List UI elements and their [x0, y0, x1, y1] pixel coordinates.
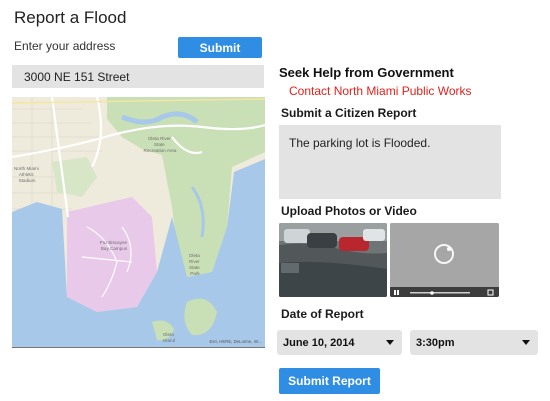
map-attribution: Esri, HERE, DeLorme, Int...: [209, 339, 262, 344]
map-view[interactable]: North Miami Athletic Stadium Oleta River…: [12, 97, 265, 348]
chevron-down-icon: [522, 340, 530, 345]
citizen-report-heading: Submit a Citizen Report: [281, 106, 417, 120]
date-heading: Date of Report: [281, 307, 364, 321]
map-canvas[interactable]: North Miami Athletic Stadium Oleta River…: [12, 97, 265, 348]
time-value: 3:30pm: [416, 336, 455, 349]
date-select[interactable]: June 10, 2014: [277, 330, 402, 355]
address-submit-button[interactable]: Submit: [178, 37, 262, 58]
address-label: Enter your address: [14, 39, 116, 53]
date-value: June 10, 2014: [283, 336, 355, 349]
flood-photo[interactable]: [279, 223, 387, 297]
upload-heading: Upload Photos or Video: [281, 204, 417, 218]
report-textarea[interactable]: The parking lot is Flooded.: [279, 125, 501, 199]
page-title: Report a Flood: [14, 8, 127, 27]
video-player[interactable]: [390, 223, 499, 297]
seek-help-heading: Seek Help from Government: [279, 65, 454, 80]
chevron-down-icon: [386, 340, 394, 345]
contact-public-works-link[interactable]: Contact North Miami Public Works: [289, 84, 472, 98]
address-input[interactable]: [12, 65, 264, 88]
time-select[interactable]: 3:30pm: [410, 330, 538, 355]
map-label-oleta-island: Oleta Island: [163, 332, 176, 343]
submit-report-button[interactable]: Submit Report: [279, 368, 380, 394]
map-label-fiu-campus: FIU Biscayne Bay Campus: [100, 240, 129, 251]
map-label-oleta-park: Oleta River State Park: [189, 253, 201, 276]
